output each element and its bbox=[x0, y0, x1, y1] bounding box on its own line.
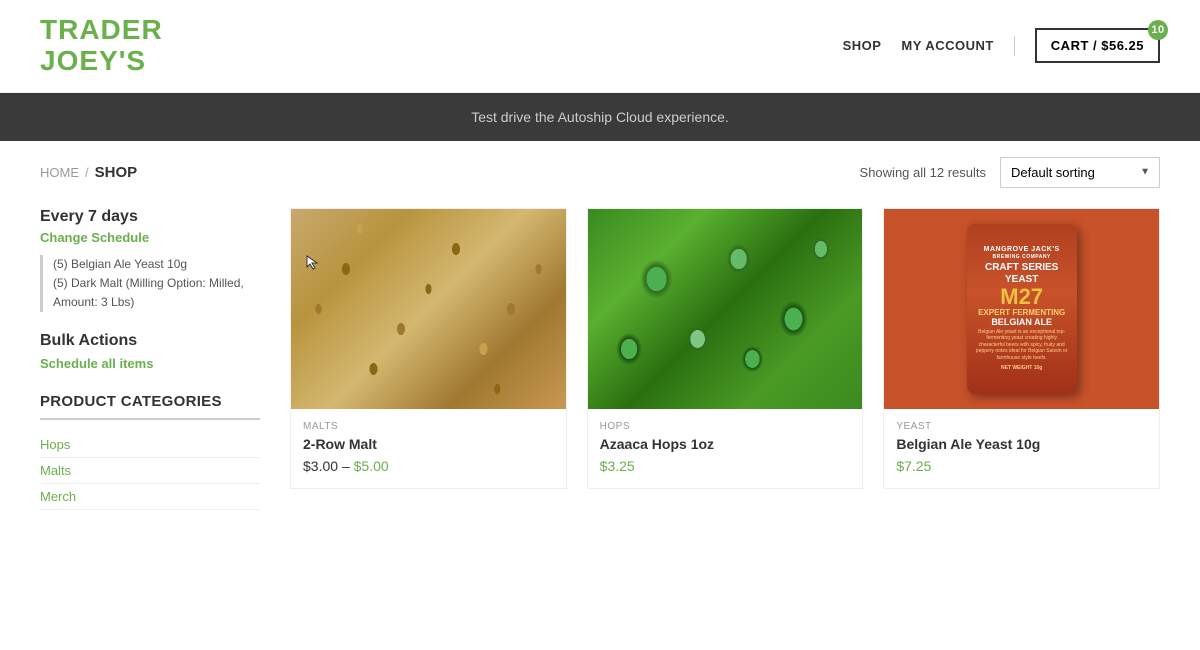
yeast-craft-series: CRAFT SERIES YEAST bbox=[985, 262, 1058, 286]
product-card-malts[interactable]: MALTS 2-Row Malt $3.00 – $5.00 bbox=[290, 208, 567, 489]
logo-line2: JOEY'S bbox=[40, 45, 146, 76]
promo-banner: Test drive the Autoship Cloud experience… bbox=[0, 93, 1200, 141]
main-nav: SHOP MY ACCOUNT CART / $56.25 10 bbox=[843, 28, 1160, 63]
schedule-item-2: (5) Dark Malt (Milling Option: Milled, A… bbox=[53, 274, 260, 312]
product-card-yeast[interactable]: MANGROVE JACK'S BREWING COMPANY CRAFT SE… bbox=[883, 208, 1160, 489]
yeast-package: MANGROVE JACK'S BREWING COMPANY CRAFT SE… bbox=[967, 224, 1077, 394]
schedule-item-1: (5) Belgian Ale Yeast 10g bbox=[53, 255, 260, 274]
yeast-weight: NET WEIGHT 10g bbox=[1001, 365, 1042, 372]
product-category-malts: MALTS bbox=[303, 421, 554, 432]
change-schedule-link[interactable]: Change Schedule bbox=[40, 230, 260, 245]
sort-area: Showing all 12 results Default sorting S… bbox=[860, 157, 1160, 188]
product-price-malts: $3.00 – $5.00 bbox=[303, 458, 554, 474]
breadcrumb-home[interactable]: HOME bbox=[40, 165, 79, 180]
categories-divider bbox=[40, 418, 260, 420]
sidebar: Every 7 days Change Schedule (5) Belgian… bbox=[40, 208, 260, 511]
nav-account[interactable]: MY ACCOUNT bbox=[901, 38, 993, 53]
price-range-sep: – bbox=[342, 458, 354, 474]
breadcrumb-separator: / bbox=[85, 165, 89, 180]
bulk-actions-title: Bulk Actions bbox=[40, 332, 260, 350]
price-single-hops: $3.25 bbox=[600, 458, 635, 474]
price-to: $5.00 bbox=[354, 458, 389, 474]
product-name-hops: Azaaca Hops 1oz bbox=[600, 436, 851, 452]
breadcrumb: HOME / SHOP bbox=[40, 164, 137, 181]
logo-line1: TRADER bbox=[40, 14, 163, 45]
sort-select[interactable]: Default sorting Sort by popularity Sort … bbox=[1000, 157, 1160, 188]
scheduled-items-list: (5) Belgian Ale Yeast 10g (5) Dark Malt … bbox=[40, 255, 260, 313]
yeast-brand: MANGROVE JACK'S BREWING COMPANY bbox=[984, 246, 1060, 260]
yeast-description: Belgian Ale yeast is an exceptional top-… bbox=[975, 329, 1069, 362]
schedule-frequency: Every 7 days bbox=[40, 208, 260, 226]
product-categories-title: PRODUCT CATEGORIES bbox=[40, 393, 260, 410]
sort-wrapper: Default sorting Sort by popularity Sort … bbox=[1000, 157, 1160, 188]
product-image-malts bbox=[291, 209, 566, 409]
category-merch[interactable]: Merch bbox=[40, 484, 260, 510]
yeast-tags: EXPERT FERMENTING bbox=[978, 308, 1065, 317]
product-image-yeast: MANGROVE JACK'S BREWING COMPANY CRAFT SE… bbox=[884, 209, 1159, 409]
sort-results-label: Showing all 12 results bbox=[860, 165, 986, 180]
product-price-yeast: $7.25 bbox=[896, 458, 1147, 474]
price-single-yeast: $7.25 bbox=[896, 458, 931, 474]
banner-text: Test drive the Autoship Cloud experience… bbox=[471, 109, 729, 125]
nav-shop[interactable]: SHOP bbox=[843, 38, 882, 53]
price-from: $3.00 bbox=[303, 458, 338, 474]
cart-label: CART / $56.25 bbox=[1051, 38, 1144, 53]
product-name-yeast: Belgian Ale Yeast 10g bbox=[896, 436, 1147, 452]
products-grid: MALTS 2-Row Malt $3.00 – $5.00 HOPS Azaa… bbox=[290, 208, 1160, 489]
cart-count: 10 bbox=[1148, 20, 1168, 40]
category-malts[interactable]: Malts bbox=[40, 458, 260, 484]
cart-button[interactable]: CART / $56.25 10 bbox=[1035, 28, 1160, 63]
product-image-hops bbox=[588, 209, 863, 409]
category-hops[interactable]: Hops bbox=[40, 432, 260, 458]
main-layout: Every 7 days Change Schedule (5) Belgian… bbox=[0, 198, 1200, 531]
product-category-yeast: YEAST bbox=[896, 421, 1147, 432]
product-name-malts: 2-Row Malt bbox=[303, 436, 554, 452]
product-price-hops: $3.25 bbox=[600, 458, 851, 474]
breadcrumb-current: SHOP bbox=[95, 164, 138, 181]
yeast-type: BELGIAN ALE bbox=[991, 317, 1052, 327]
schedule-all-link[interactable]: Schedule all items bbox=[40, 356, 260, 371]
product-category-hops: HOPS bbox=[600, 421, 851, 432]
yeast-model: M27 bbox=[1000, 286, 1043, 308]
products-area: MALTS 2-Row Malt $3.00 – $5.00 HOPS Azaa… bbox=[290, 208, 1160, 511]
product-card-hops[interactable]: HOPS Azaaca Hops 1oz $3.25 bbox=[587, 208, 864, 489]
header: TRADER JOEY'S SHOP MY ACCOUNT CART / $56… bbox=[0, 0, 1200, 93]
nav-divider bbox=[1014, 36, 1015, 56]
logo[interactable]: TRADER JOEY'S bbox=[40, 15, 163, 77]
product-info-malts: MALTS 2-Row Malt $3.00 – $5.00 bbox=[291, 409, 566, 488]
breadcrumb-bar: HOME / SHOP Showing all 12 results Defau… bbox=[0, 141, 1200, 198]
product-info-hops: HOPS Azaaca Hops 1oz $3.25 bbox=[588, 409, 863, 488]
product-info-yeast: YEAST Belgian Ale Yeast 10g $7.25 bbox=[884, 409, 1159, 488]
